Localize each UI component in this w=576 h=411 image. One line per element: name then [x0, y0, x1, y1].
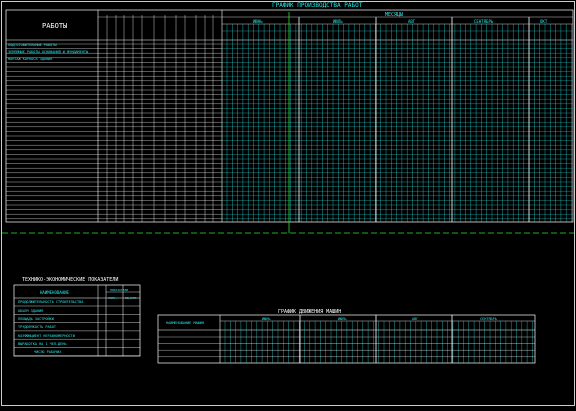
machines-month-4: СЕНТЯБРЬ [480, 317, 497, 321]
drawing-frame [1, 1, 575, 406]
tep-col-sub-2: ЕД.ИЗМ. [125, 296, 138, 300]
tep-row-5: КОЭФФИЦИЕНТ НЕРАВНОМЕРНОСТИ [18, 334, 75, 338]
schedule-left-header: РАБОТЫ [42, 22, 68, 30]
machines-table-grid [157, 314, 536, 364]
tep-title: ТЕХНИКО-ЭКОНОМИЧЕСКИЕ ПОКАЗАТЕЛИ [22, 277, 119, 283]
month-label-4: СЕНТЯБРЬ [474, 19, 494, 24]
tep-row-3: ПЛОЩАДЬ ЗАСТРОЙКИ [18, 317, 54, 321]
schedule-row-1: ПОДГОТОВИТЕЛЬНЫЕ РАБОТЫ [8, 43, 57, 47]
cad-viewport[interactable]: ГРАФИК ПРОИЗВОДСТВА РАБОТ МЕСЯЦЫ РАБОТЫ … [0, 0, 576, 407]
machines-frame [157, 314, 536, 364]
month-label-1: ИЮНЬ [253, 19, 263, 24]
schedule-frame [5, 9, 574, 223]
tep-row-2: ОБЪЕМ ЗДАНИЯ [18, 309, 44, 313]
timeline-label: МЕСЯЦЫ [385, 12, 404, 18]
machines-month-3: АВГ [412, 317, 419, 321]
machines-month-1: ИЮНЬ [262, 317, 271, 321]
drawing-canvas[interactable] [0, 0, 576, 407]
month-label-2: ИЮЛЬ [333, 19, 343, 24]
machines-row-label: НАИМЕНОВАНИЕ МАШИН [166, 321, 204, 325]
month-label-5: ОКТ [540, 19, 548, 24]
main-title: ГРАФИК ПРОИЗВОДСТВА РАБОТ [272, 2, 363, 9]
schedule-row-3: МОНТАЖ КАРКАСА ЗДАНИЯ [8, 57, 53, 61]
month-label-3: АВГ [408, 19, 416, 24]
tep-row-4: ТРУДОЕМКОСТЬ РАБОТ [18, 325, 56, 329]
machines-month-2: ИЮЛЬ [338, 317, 347, 321]
tep-col-name: НАИМЕНОВАНИЕ [40, 290, 69, 295]
tep-col-values: ПОКАЗАТЕЛИ [110, 288, 129, 292]
green-guide-lines [2, 12, 574, 234]
tep-col-sub-1: ЗНАЧ. [108, 296, 118, 300]
tep-row-7: ЧИСЛО РАБОЧИХ [34, 350, 62, 354]
schedule-row-2: ЗЕМЛЯНЫЕ РАБОТЫ ОСНОВАНИЯ И ФУНДАМЕНТЫ [8, 50, 89, 54]
schedule-grid [5, 9, 574, 223]
tep-row-1: ПРОДОЛЖИТЕЛЬНОСТЬ СТРОИТЕЛЬСТВА [18, 300, 84, 304]
tep-row-6: ВЫРАБОТКА НА 1 ЧЕЛ-ДЕНЬ [18, 342, 67, 346]
machines-title: ГРАФИК ДВИЖЕНИЯ МАШИН [278, 309, 342, 315]
